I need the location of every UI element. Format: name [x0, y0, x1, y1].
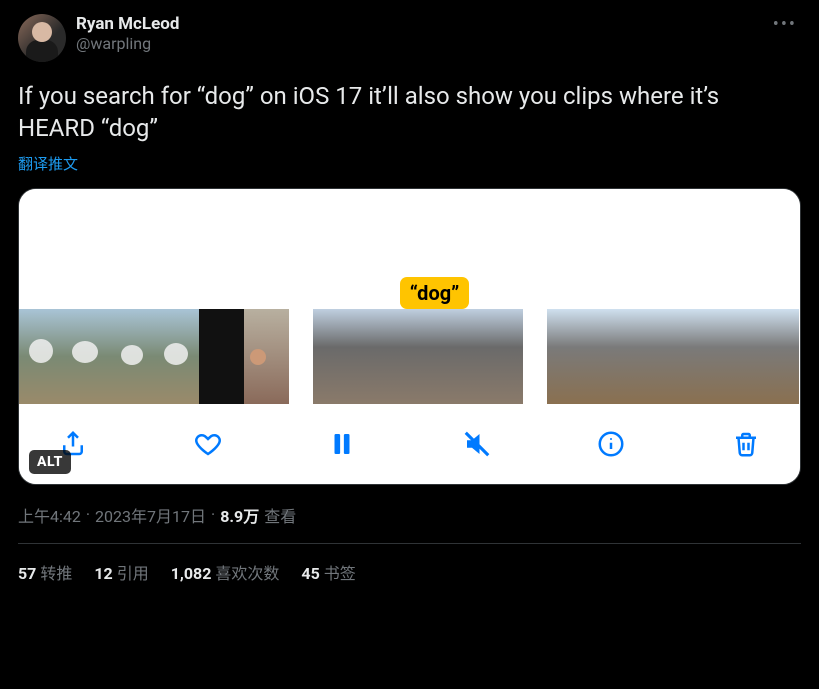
timeline-frame	[19, 309, 64, 404]
stat-likes[interactable]: 1,082喜欢次数	[171, 560, 280, 584]
search-match-tooltip: “dog”	[400, 277, 470, 309]
timeline-frame	[199, 309, 244, 404]
timeline-frame	[453, 309, 523, 404]
tweet-stats: 57转推 12引用 1,082喜欢次数 45书签	[18, 560, 801, 584]
translate-link[interactable]: 翻译推文	[18, 153, 78, 174]
timeline-frame	[383, 309, 453, 404]
stat-bookmarks[interactable]: 45书签	[301, 560, 355, 584]
meta-dot: ·	[211, 505, 215, 524]
timeline-frame	[64, 309, 109, 404]
timeline-frame	[715, 309, 757, 404]
tooltip-row: “dog”	[19, 273, 800, 309]
media-card[interactable]: “dog”	[18, 188, 801, 485]
tweet-header: Ryan McLeod @warpling •••	[18, 14, 801, 62]
tweet-text: If you search for “dog” on iOS 17 it’ll …	[18, 80, 801, 145]
timeline-frame	[547, 309, 589, 404]
media-upper	[19, 189, 800, 273]
user-names[interactable]: Ryan McLeod @warpling	[76, 14, 179, 54]
meta-date[interactable]: 2023年7月17日	[95, 503, 206, 527]
display-name: Ryan McLeod	[76, 14, 179, 34]
avatar[interactable]	[18, 14, 66, 62]
meta-time[interactable]: 上午4:42	[18, 503, 81, 527]
meta-views-label: 查看	[264, 503, 296, 527]
clip-group-b	[313, 309, 523, 404]
timeline-frame	[154, 309, 199, 404]
pause-icon[interactable]	[322, 424, 362, 464]
timeline-frame	[673, 309, 715, 404]
clip-group-c	[547, 309, 799, 404]
timeline-frame	[757, 309, 799, 404]
timeline-frame	[589, 309, 631, 404]
meta-views-count[interactable]: 8.9万	[220, 503, 259, 527]
heart-icon[interactable]	[188, 424, 228, 464]
media-toolbar	[19, 404, 800, 484]
handle: @warpling	[76, 34, 179, 53]
mute-icon[interactable]	[457, 424, 497, 464]
divider	[18, 543, 801, 544]
stat-quotes[interactable]: 12引用	[94, 560, 148, 584]
stat-retweets[interactable]: 57转推	[18, 560, 72, 584]
trash-icon[interactable]	[726, 424, 766, 464]
timeline-frame	[109, 309, 154, 404]
timeline-frame	[244, 309, 289, 404]
more-icon[interactable]: •••	[773, 14, 797, 35]
video-timeline[interactable]	[19, 309, 800, 404]
tweet-container: Ryan McLeod @warpling ••• If you search …	[0, 0, 819, 584]
info-icon[interactable]	[591, 424, 631, 464]
alt-badge[interactable]: ALT	[29, 450, 71, 474]
tweet-meta: 上午4:42 · 2023年7月17日 · 8.9万 查看	[18, 503, 801, 527]
meta-dot: ·	[86, 505, 90, 524]
timeline-frame	[313, 309, 383, 404]
timeline-frame	[631, 309, 673, 404]
clip-group-a	[19, 309, 289, 404]
